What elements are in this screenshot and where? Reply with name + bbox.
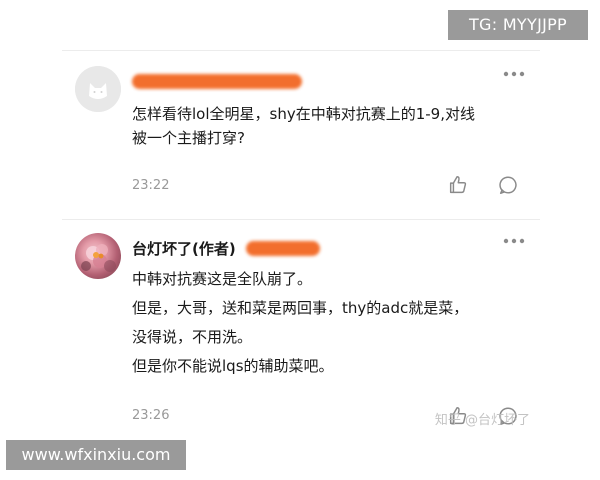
default-avatar-icon: [75, 66, 121, 112]
divider-top: [62, 50, 540, 51]
author-tag: (作者): [192, 239, 236, 258]
user-avatar[interactable]: [75, 233, 121, 279]
comment-content: 怎样看待lol全明星，shy在中韩对抗赛上的1-9,对线 被一个主播打穿?: [132, 102, 537, 150]
comment-line: 怎样看待lol全明星，shy在中韩对抗赛上的1-9,对线: [132, 105, 475, 123]
author-name[interactable]: 台灯坏了: [132, 238, 192, 259]
comment-item: 台灯坏了 (作者) 中韩对抗赛这是全队崩了。 但是，大哥，送和菜是两回事，thy…: [75, 233, 535, 438]
user-avatar[interactable]: [75, 66, 121, 112]
redacted-badge-mark: [245, 240, 320, 256]
author-row: [132, 70, 302, 92]
comment-line: 没得说，不用洗。: [132, 328, 253, 346]
comment-item: 怎样看待lol全明星，shy在中韩对抗赛上的1-9,对线 被一个主播打穿? 23…: [75, 66, 535, 206]
thumbs-up-icon[interactable]: [447, 174, 469, 196]
comment-line: 被一个主播打穿?: [132, 129, 245, 147]
comment-line: 但是，大哥，送和菜是两回事，thy的adc就是菜，: [132, 299, 469, 317]
comment-time: 23:26: [132, 408, 170, 423]
redacted-name-mark: [132, 73, 302, 89]
watermark-bottom-left: www.wfxinxiu.com: [6, 440, 186, 470]
flower-avatar: [81, 244, 116, 272]
author-row: 台灯坏了 (作者): [132, 237, 320, 259]
comment-actions: [447, 174, 519, 196]
comment-content: 中韩对抗赛这是全队崩了。 但是，大哥，送和菜是两回事，thy的adc就是菜， 没…: [132, 265, 537, 381]
watermark-top-right: TG: MYYJJPP: [448, 10, 588, 40]
comment-line: 但是你不能说lqs的辅助菜吧。: [132, 357, 334, 375]
divider-middle: [62, 219, 540, 220]
comment-time: 23:22: [132, 178, 170, 193]
comment-line: 中韩对抗赛这是全队崩了。: [132, 270, 313, 288]
reply-bubble-icon[interactable]: [497, 174, 519, 196]
more-icon[interactable]: [503, 70, 525, 78]
zhihu-watermark: 知乎 @台灯坏了: [434, 413, 530, 428]
more-icon[interactable]: [503, 237, 525, 245]
screenshot-canvas: TG: MYYJJPP 怎样看待lol全明星，shy在中韩对抗赛上的1-9,对线…: [0, 0, 600, 480]
